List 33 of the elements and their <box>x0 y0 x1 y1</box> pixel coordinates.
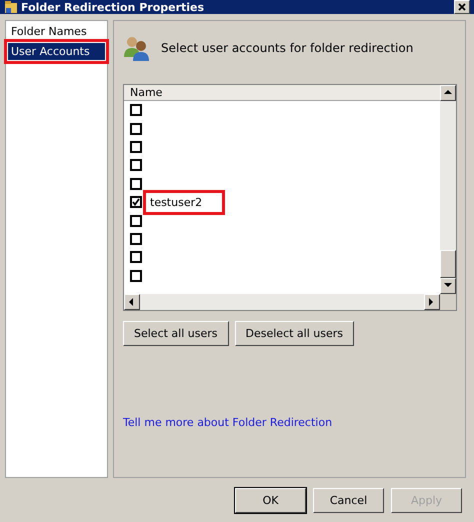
checkbox[interactable] <box>130 232 142 245</box>
horizontal-scrollbar[interactable] <box>124 294 440 310</box>
scrollbar-corner <box>440 294 456 310</box>
close-icon <box>458 3 466 11</box>
scroll-down-button[interactable] <box>440 278 456 294</box>
dialog-button[interactable]: OK <box>235 488 306 513</box>
checkbox[interactable] <box>130 122 142 135</box>
checkbox[interactable] <box>130 251 142 264</box>
list-button[interactable]: Select all users <box>123 321 229 346</box>
vertical-scrollbar[interactable] <box>440 85 456 294</box>
scroll-left-button[interactable] <box>124 294 140 310</box>
list-button[interactable]: Deselect all users <box>234 321 354 346</box>
checkbox[interactable] <box>130 270 142 282</box>
user-name: testuser2 <box>143 190 226 215</box>
checkbox[interactable] <box>130 159 142 172</box>
column-header[interactable]: Name <box>124 85 440 101</box>
window-title: Folder Redirection Properties <box>21 0 206 14</box>
checkbox[interactable] <box>130 214 142 227</box>
scroll-up-button[interactable] <box>440 85 456 101</box>
checkbox[interactable] <box>130 178 142 190</box>
section-heading: Select user accounts for folder redirection <box>161 41 414 55</box>
scroll-right-button[interactable] <box>424 294 440 310</box>
scrollbar-thumb[interactable] <box>440 250 456 278</box>
users-icon <box>123 35 151 61</box>
sidebar-item[interactable]: User Accounts <box>8 43 105 60</box>
sidebar-item[interactable]: Folder Names <box>8 23 105 40</box>
checkbox[interactable] <box>130 196 142 208</box>
help-link[interactable]: Tell me more about Folder Redirection <box>123 416 457 429</box>
checkbox[interactable] <box>130 140 142 153</box>
checkbox[interactable] <box>130 104 142 116</box>
dialog-button[interactable]: Cancel <box>313 488 384 513</box>
window-icon <box>4 0 18 14</box>
close-button[interactable] <box>454 0 470 14</box>
